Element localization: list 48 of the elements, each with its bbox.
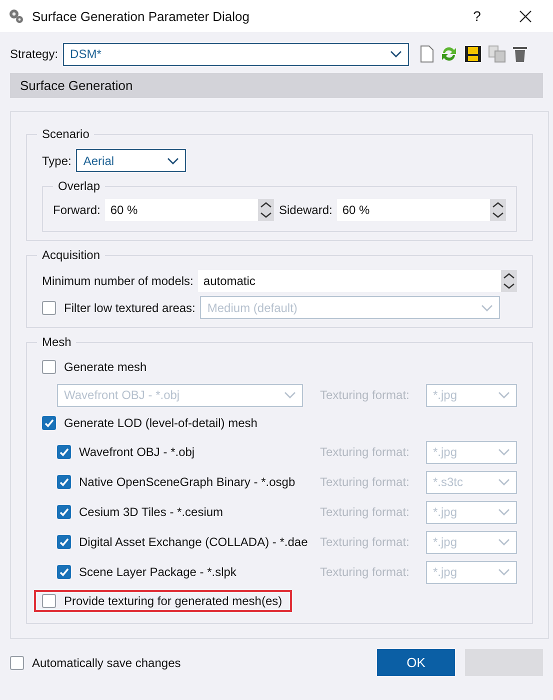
checkbox-label: Automatically save changes	[32, 656, 181, 670]
ok-button[interactable]: OK	[377, 649, 455, 676]
trash-icon[interactable]	[512, 45, 528, 63]
field-label: Texturing format:	[320, 565, 410, 579]
window-title: Surface Generation Parameter Dialog	[32, 8, 251, 24]
checkbox[interactable]	[42, 416, 56, 430]
field-label: Minimum number of models:	[42, 274, 194, 288]
checkbox-label: Digital Asset Exchange (COLLADA) - *.dae	[79, 535, 308, 549]
field-label: Texturing format:	[320, 475, 410, 489]
help-button[interactable]: ?	[457, 8, 497, 24]
new-document-icon[interactable]	[420, 45, 434, 63]
checkbox-label: Provide texturing for generated mesh(es)	[64, 594, 282, 608]
field-label: Type:	[42, 154, 72, 168]
checkbox[interactable]	[10, 656, 24, 670]
checkbox-label: Generate mesh	[64, 360, 147, 374]
field-label: Sideward:	[278, 203, 332, 217]
save-icon[interactable]	[464, 45, 482, 63]
section-header: Surface Generation	[10, 73, 543, 98]
overlap-field[interactable]: 60 %	[337, 199, 490, 221]
spinner-icon[interactable]	[501, 270, 517, 292]
gear-icon	[8, 8, 24, 24]
checkbox-label: Wavefront OBJ - *.obj	[79, 445, 195, 459]
field-label: Texturing format:	[320, 388, 410, 402]
checkbox[interactable]	[42, 360, 56, 374]
close-icon[interactable]	[518, 10, 532, 22]
type-dropdown[interactable]: Aerial	[76, 149, 186, 172]
overlap-field[interactable]: 60 %	[105, 199, 258, 221]
group-title: Overlap	[53, 178, 106, 194]
chevron-down-icon[interactable]	[167, 156, 180, 164]
spinner-icon[interactable]	[258, 199, 274, 221]
field-label: Forward:	[53, 203, 100, 217]
checkbox-label: Scene Layer Package - *.slpk	[79, 565, 236, 579]
checkbox-label: Native OpenSceneGraph Binary - *.osgb	[79, 475, 296, 489]
field-label: Texturing format:	[320, 445, 410, 459]
group-title: Acquisition	[37, 247, 106, 263]
strategy-dropdown[interactable]: DSM*	[63, 42, 410, 66]
field-label: Strategy:	[10, 47, 58, 61]
checkbox-label: Cesium 3D Tiles - *.cesium	[79, 505, 224, 519]
field-label: Texturing format:	[320, 505, 410, 519]
spinner-icon[interactable]	[490, 199, 506, 221]
models-field[interactable]: automatic	[198, 270, 501, 292]
field-label: Texturing format:	[320, 535, 410, 549]
checkbox-label: Generate LOD (level-of-detail) mesh	[64, 416, 258, 430]
checkbox[interactable]	[42, 594, 56, 608]
copy-icon[interactable]	[488, 45, 506, 63]
checkbox-label: Filter low textured areas:	[64, 300, 196, 314]
chevron-down-icon[interactable]	[390, 50, 402, 58]
refresh-icon[interactable]	[440, 45, 458, 63]
